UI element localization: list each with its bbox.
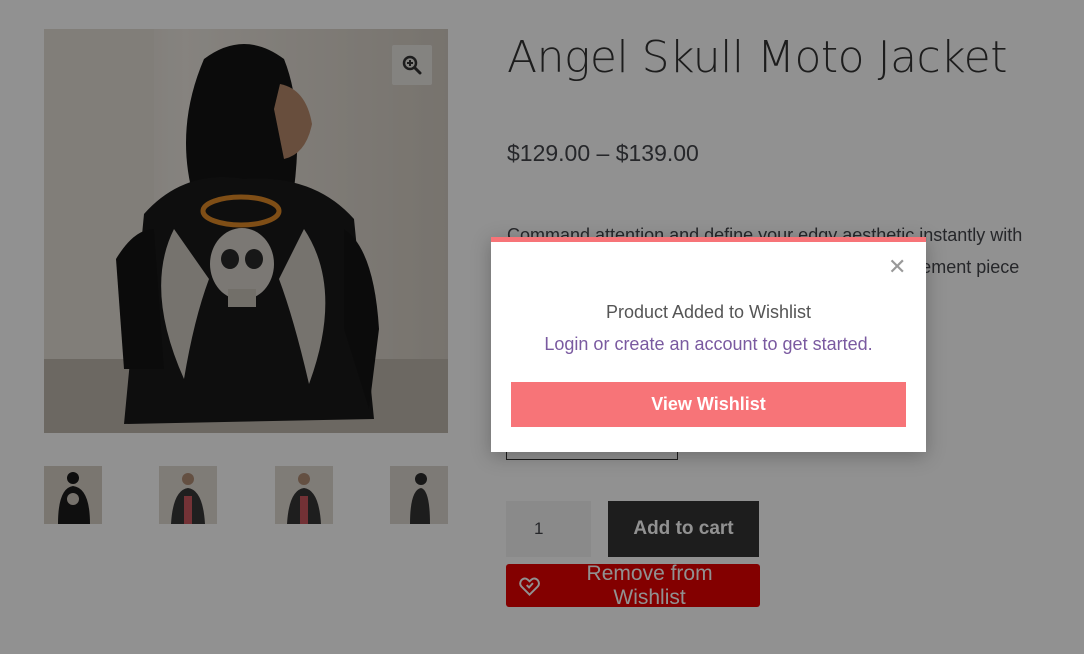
login-link[interactable]: Login or create an account to get starte… [491,334,926,355]
wishlist-modal: ✕ Product Added to Wishlist Login or cre… [491,237,926,452]
view-wishlist-button[interactable]: View Wishlist [511,382,906,427]
modal-title: Product Added to Wishlist [605,302,812,322]
close-icon[interactable]: ✕ [888,256,906,278]
